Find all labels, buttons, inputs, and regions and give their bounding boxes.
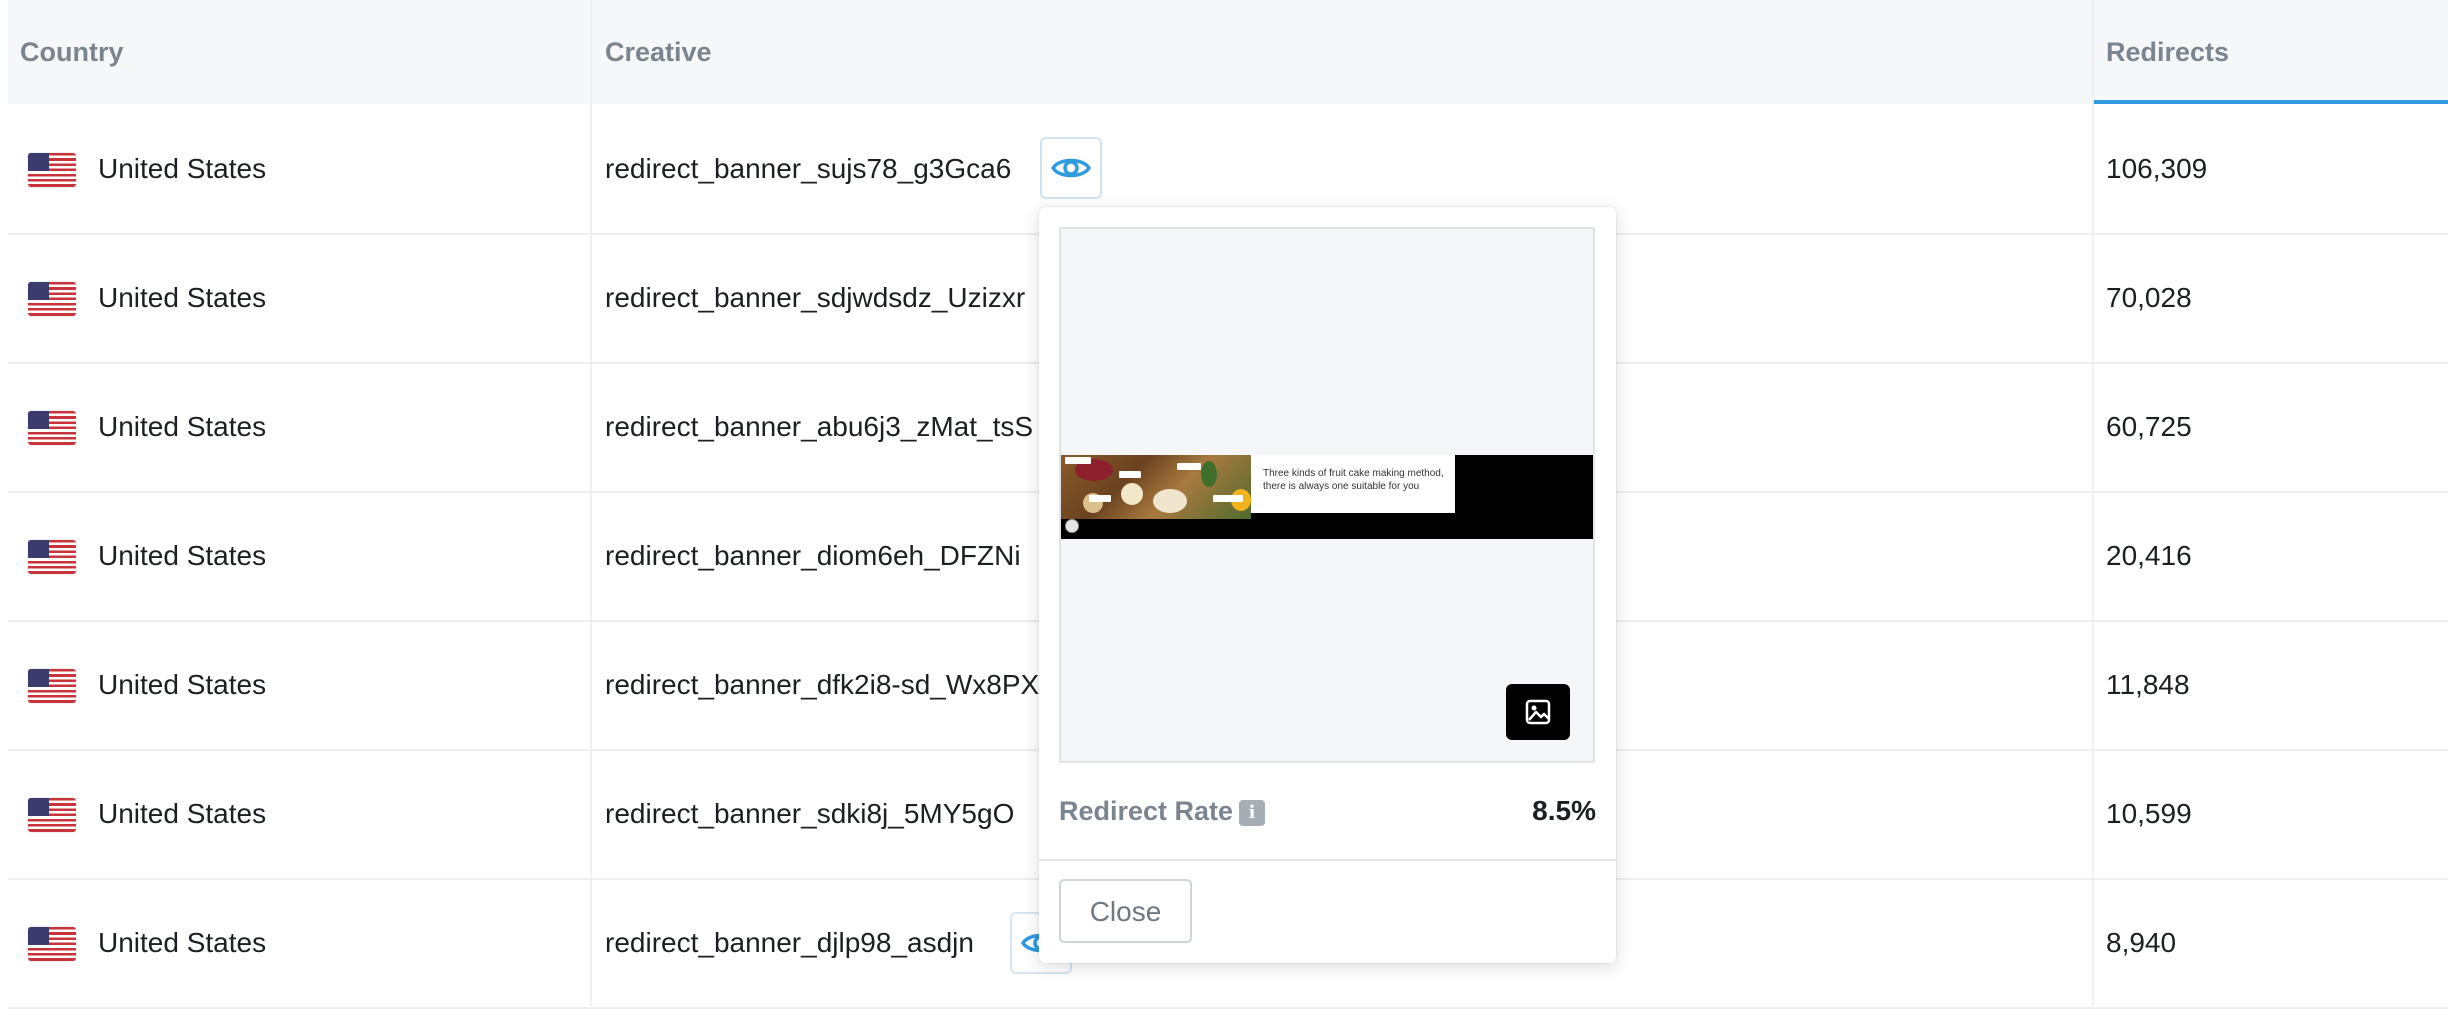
preview-button[interactable]: [1040, 137, 1102, 199]
creative-name: redirect_banner_sdki8j_5MY5gO: [605, 798, 1015, 829]
creative-name: redirect_banner_abu6j3_zMat_tsS: [605, 411, 1034, 442]
creative-name: redirect_banner_dfk2i8-sd_Wx8PX: [605, 669, 1040, 700]
country-name: United States: [98, 153, 267, 184]
redirects-value: 106,309: [2106, 153, 2208, 184]
eye-icon: [1051, 158, 1091, 178]
us-flag-icon: [28, 798, 76, 832]
country-name: United States: [98, 282, 267, 313]
country-name: United States: [98, 411, 267, 442]
creative-name: redirect_banner_diom6eh_DFZNi: [605, 540, 1021, 571]
close-button[interactable]: Close: [1059, 879, 1192, 943]
redirects-value: 60,725: [2106, 411, 2192, 442]
country-name: United States: [98, 927, 267, 958]
creative-preview-popover: Three kinds of fruit cake making method,…: [1039, 207, 1616, 963]
info-icon[interactable]: i: [1239, 800, 1265, 826]
column-header-redirects[interactable]: Redirects: [2106, 0, 2229, 104]
us-flag-icon: [28, 927, 76, 961]
country-name: United States: [98, 798, 267, 829]
us-flag-icon: [28, 411, 76, 445]
banner-text: Three kinds of fruit cake making method,…: [1251, 455, 1455, 513]
redirect-rate-label: Redirect Rate: [1059, 796, 1234, 826]
banner-photo: [1061, 455, 1251, 519]
redirects-value: 8,940: [2106, 927, 2177, 958]
redirect-rate-value: 8.5%: [1532, 795, 1596, 826]
redirects-value: 70,028: [2106, 282, 2192, 313]
redirects-value: 11,848: [2106, 669, 2190, 700]
creative-preview: Three kinds of fruit cake making method,…: [1059, 227, 1595, 763]
creative-name: redirect_banner_sdjwdsdz_Uzizxr: [605, 282, 1026, 313]
popover-divider: [1039, 859, 1616, 861]
image-icon: [1525, 699, 1551, 725]
table-header: Country Creative Redirects: [8, 0, 2448, 104]
column-header-country[interactable]: Country: [20, 0, 124, 104]
open-image-button[interactable]: [1506, 684, 1570, 740]
us-flag-icon: [28, 540, 76, 574]
redirects-value: 20,416: [2106, 540, 2192, 571]
country-name: United States: [98, 540, 267, 571]
creative-name: redirect_banner_sujs78_g3Gca6: [605, 153, 1012, 184]
us-flag-icon: [28, 669, 76, 703]
redirects-value: 10,599: [2106, 798, 2192, 829]
country-name: United States: [98, 669, 267, 700]
banner-creative-image: Three kinds of fruit cake making method,…: [1061, 455, 1593, 539]
creative-name: redirect_banner_djlp98_asdjn: [605, 927, 974, 958]
us-flag-icon: [28, 282, 76, 316]
banner-badge: [1065, 519, 1079, 533]
column-header-creative[interactable]: Creative: [605, 0, 712, 104]
us-flag-icon: [28, 153, 76, 187]
